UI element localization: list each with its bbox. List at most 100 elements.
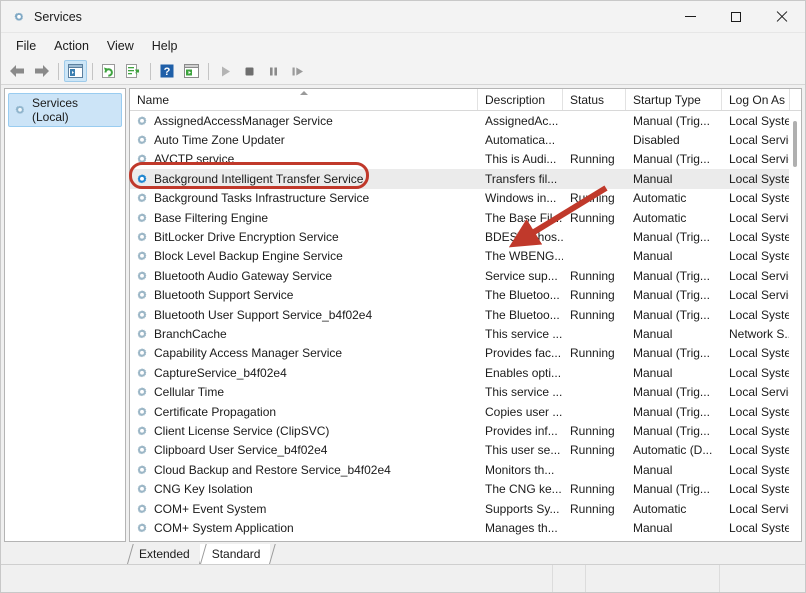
- table-row[interactable]: Background Tasks Infrastructure Service W…: [130, 189, 801, 208]
- menu-view[interactable]: View: [98, 36, 143, 56]
- service-gear-icon: [137, 406, 147, 416]
- table-row[interactable]: BranchCache This service ... Manual Network…: [130, 324, 801, 343]
- service-name-label: Background Tasks Infrastructure Service: [154, 191, 370, 206]
- pause-service-button[interactable]: [262, 60, 285, 82]
- cell-startup-type: Manual: [633, 326, 673, 341]
- table-row[interactable]: Cloud Backup and Restore Service_b4f02e4…: [130, 460, 801, 479]
- back-button[interactable]: [6, 60, 29, 82]
- service-gear-icon: [137, 212, 147, 222]
- window-controls: [667, 1, 805, 33]
- cell-description: Provides inf...: [485, 423, 558, 438]
- service-gear-icon: [137, 368, 147, 378]
- services-gear-icon: [14, 12, 24, 21]
- cell-startup-type: Manual (Trig...: [633, 288, 710, 303]
- table-row[interactable]: COM+ System Application Manages th... Manu…: [130, 518, 801, 537]
- properties-button[interactable]: [180, 60, 203, 82]
- cell-service-name: Base Filtering Engine: [130, 208, 478, 227]
- restart-service-button[interactable]: [286, 60, 309, 82]
- cell-service-name: Clipboard User Service_b4f02e4: [130, 441, 478, 460]
- cell-status: [563, 169, 626, 188]
- service-name-label: Clipboard User Service_b4f02e4: [154, 443, 328, 458]
- cell-log-on-as: Local Syste..: [729, 191, 790, 206]
- arrow-right-icon: [35, 65, 49, 77]
- restart-icon: [292, 67, 303, 75]
- service-name-label: AssignedAccessManager Service: [154, 113, 333, 128]
- table-row[interactable]: AssignedAccessManager Service AssignedAc.…: [130, 111, 801, 130]
- column-header-name[interactable]: Name: [130, 89, 478, 110]
- cell-status: [563, 382, 626, 401]
- table-row[interactable]: BitLocker Drive Encryption Service BDESVC…: [130, 227, 801, 246]
- table-row[interactable]: Client License Service (ClipSVC) Provides…: [130, 421, 801, 440]
- list-vertical-scrollbar[interactable]: [789, 111, 801, 541]
- table-row[interactable]: COM+ Event System Supports Sy... Running Au…: [130, 499, 801, 518]
- service-gear-icon: [137, 251, 147, 261]
- table-row[interactable]: Certificate Propagation Copies user ... Ma…: [130, 402, 801, 421]
- menu-help[interactable]: Help: [143, 36, 187, 56]
- cell-description: This is Audi...: [485, 152, 557, 167]
- table-row[interactable]: CaptureService_b4f02e4 Enables opti... Man…: [130, 363, 801, 382]
- service-gear-icon: [137, 154, 147, 164]
- refresh-button[interactable]: [98, 60, 121, 82]
- cell-description: Transfers fil...: [485, 171, 558, 186]
- cell-log-on-as: Local Syste..: [729, 462, 790, 477]
- service-gear-icon: [137, 115, 147, 125]
- scrollbar-thumb[interactable]: [793, 121, 797, 167]
- close-button[interactable]: [759, 1, 805, 33]
- list-column-headers: Name Description Status Startup Type Log…: [130, 89, 801, 111]
- service-name-label: COM+ Event System: [154, 501, 267, 516]
- pause-icon: [270, 67, 277, 75]
- cell-startup-type: Manual (Trig...: [633, 404, 710, 419]
- column-header-status[interactable]: Status: [563, 89, 626, 110]
- table-row[interactable]: Bluetooth Support Service The Bluetoo... R…: [130, 286, 801, 305]
- tab-standard[interactable]: Standard: [199, 544, 271, 564]
- column-header-startup-type[interactable]: Startup Type: [626, 89, 722, 110]
- cell-service-name: Cellular Time: [130, 382, 478, 401]
- svg-text:?: ?: [164, 66, 171, 78]
- table-row[interactable]: CNG Key Isolation The CNG ke... Running Man…: [130, 479, 801, 498]
- table-row[interactable]: Background Intelligent Transfer Service T…: [130, 169, 801, 189]
- cell-service-name: AVCTP service: [130, 150, 478, 169]
- service-gear-icon: [137, 503, 147, 513]
- column-header-description[interactable]: Description: [478, 89, 563, 110]
- table-row[interactable]: Block Level Backup Engine Service The WBE…: [130, 247, 801, 266]
- table-row[interactable]: Base Filtering Engine The Base Fil... Runn…: [130, 208, 801, 227]
- cell-startup-type: Manual (Trig...: [633, 423, 710, 438]
- cell-description: BDESVC hos...: [485, 230, 563, 245]
- tab-extended[interactable]: Extended: [127, 544, 200, 564]
- menu-action[interactable]: Action: [45, 36, 98, 56]
- table-row[interactable]: Auto Time Zone Updater Automatica... Disab…: [130, 130, 801, 149]
- cell-status: [563, 130, 626, 149]
- sort-ascending-icon: [299, 91, 308, 95]
- menu-file[interactable]: File: [7, 36, 45, 56]
- service-gear-icon: [137, 309, 147, 319]
- column-header-log-on-as[interactable]: Log On As: [722, 89, 790, 110]
- services-gear-icon: [15, 105, 25, 114]
- export-list-button[interactable]: [122, 60, 145, 82]
- table-row[interactable]: Bluetooth User Support Service_b4f02e4 Th…: [130, 305, 801, 324]
- cell-service-name: Client License Service (ClipSVC): [130, 421, 478, 440]
- service-name-label: BranchCache: [154, 326, 227, 341]
- cell-status: Running: [570, 423, 615, 438]
- services-list-rows[interactable]: AssignedAccessManager Service AssignedAc.…: [130, 111, 801, 541]
- service-name-label: Base Filtering Engine: [154, 210, 269, 225]
- table-row[interactable]: AVCTP service This is Audi... Running Manua…: [130, 150, 801, 169]
- service-name-label: Capability Access Manager Service: [154, 346, 343, 361]
- minimize-button[interactable]: [667, 1, 713, 33]
- table-row[interactable]: Capability Access Manager Service Provide…: [130, 344, 801, 363]
- stop-service-button[interactable]: [238, 60, 261, 82]
- cell-status: Running: [570, 501, 615, 516]
- show-hide-console-tree-button[interactable]: [64, 60, 87, 82]
- table-row[interactable]: Cellular Time This service ... Manual (Tri…: [130, 382, 801, 401]
- maximize-button[interactable]: [713, 1, 759, 33]
- cell-description: Service sup...: [485, 268, 558, 283]
- properties-window-icon: [184, 64, 199, 78]
- service-name-label: CNG Key Isolation: [154, 482, 253, 497]
- toolbar: ?: [1, 58, 805, 85]
- forward-button[interactable]: [30, 60, 53, 82]
- help-button[interactable]: ?: [156, 60, 179, 82]
- tree-item-services-local[interactable]: Services (Local): [8, 93, 122, 127]
- table-row[interactable]: Bluetooth Audio Gateway Service Service s…: [130, 266, 801, 285]
- start-service-button[interactable]: [214, 60, 237, 82]
- table-row[interactable]: Clipboard User Service_b4f02e4 This user …: [130, 441, 801, 460]
- cell-description: Provides fac...: [485, 346, 562, 361]
